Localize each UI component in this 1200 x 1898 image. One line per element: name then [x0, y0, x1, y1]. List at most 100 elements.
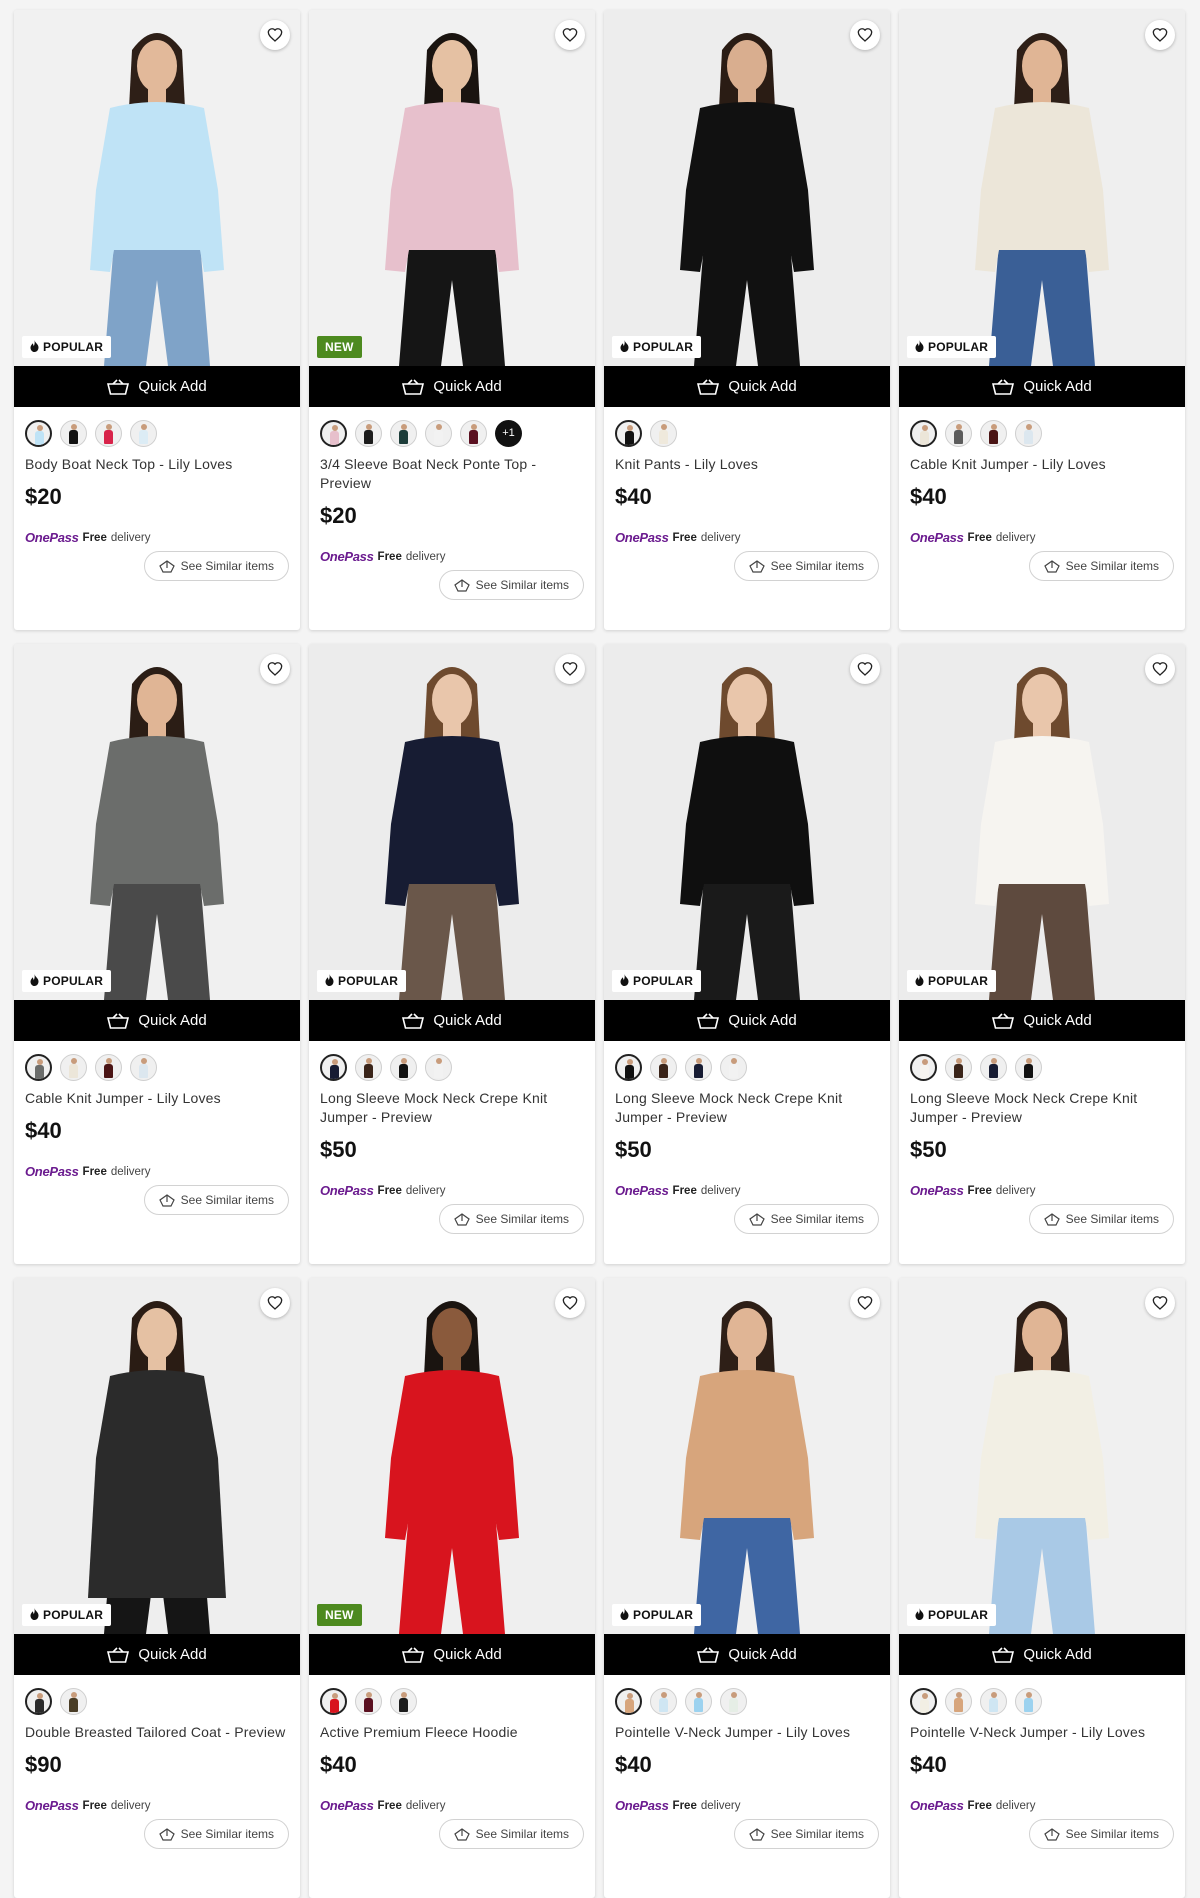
color-swatch[interactable]: [60, 419, 87, 447]
quick-add-button[interactable]: Quick Add: [309, 366, 595, 407]
product-title[interactable]: Body Boat Neck Top - Lily Loves: [25, 455, 289, 474]
color-swatch[interactable]: [720, 1053, 747, 1081]
wishlist-button[interactable]: [260, 654, 290, 684]
product-image[interactable]: POPULAR: [604, 10, 890, 366]
quick-add-button[interactable]: Quick Add: [309, 1000, 595, 1041]
color-swatch[interactable]: [460, 419, 487, 447]
color-swatch[interactable]: [685, 1687, 712, 1715]
product-card[interactable]: POPULAR Quick Add Cable Knit Jumper - Li…: [899, 10, 1185, 630]
quick-add-button[interactable]: Quick Add: [899, 1634, 1185, 1675]
color-swatch[interactable]: [945, 1053, 972, 1081]
quick-add-button[interactable]: Quick Add: [14, 366, 300, 407]
color-swatch[interactable]: [1015, 1687, 1042, 1715]
color-swatch[interactable]: [25, 1053, 52, 1081]
product-image[interactable]: POPULAR: [309, 644, 595, 1000]
color-swatch[interactable]: [1015, 1053, 1042, 1081]
product-image[interactable]: NEW: [309, 1278, 595, 1634]
product-card[interactable]: POPULAR Quick Add Double Breasted Tailor…: [14, 1278, 300, 1898]
color-swatch[interactable]: [615, 419, 642, 447]
see-similar-button[interactable]: See Similar items: [1028, 551, 1174, 581]
wishlist-button[interactable]: [555, 20, 585, 50]
color-swatch[interactable]: [945, 1687, 972, 1715]
color-swatch[interactable]: [980, 1687, 1007, 1715]
wishlist-button[interactable]: [1145, 654, 1175, 684]
see-similar-button[interactable]: See Similar items: [438, 1819, 584, 1849]
color-swatch[interactable]: [355, 1053, 382, 1081]
product-card[interactable]: POPULAR Quick Add Cable Knit Jumper - Li…: [14, 644, 300, 1264]
wishlist-button[interactable]: [555, 654, 585, 684]
color-swatch[interactable]: [945, 419, 972, 447]
product-title[interactable]: Long Sleeve Mock Neck Crepe Knit Jumper …: [320, 1089, 584, 1127]
color-swatch[interactable]: [60, 1687, 87, 1715]
wishlist-button[interactable]: [260, 1288, 290, 1318]
product-card[interactable]: POPULAR Quick Add Knit Pants - Lily Love…: [604, 10, 890, 630]
color-swatch[interactable]: [60, 1053, 87, 1081]
wishlist-button[interactable]: [850, 654, 880, 684]
product-card[interactable]: NEW Quick Add Active Premium Fleece Hood…: [309, 1278, 595, 1898]
color-swatch[interactable]: [390, 1687, 417, 1715]
product-card[interactable]: POPULAR Quick Add Long Sleeve Mock Neck …: [604, 644, 890, 1264]
quick-add-button[interactable]: Quick Add: [14, 1000, 300, 1041]
color-swatch[interactable]: [650, 419, 677, 447]
product-image[interactable]: NEW: [309, 10, 595, 366]
color-swatch[interactable]: [25, 1687, 52, 1715]
product-image[interactable]: POPULAR: [14, 10, 300, 366]
see-similar-button[interactable]: See Similar items: [143, 1819, 289, 1849]
color-swatch[interactable]: [130, 1053, 157, 1081]
product-image[interactable]: POPULAR: [14, 644, 300, 1000]
product-title[interactable]: Long Sleeve Mock Neck Crepe Knit Jumper …: [910, 1089, 1174, 1127]
quick-add-button[interactable]: Quick Add: [604, 1000, 890, 1041]
wishlist-button[interactable]: [1145, 1288, 1175, 1318]
color-swatch[interactable]: [320, 1687, 347, 1715]
product-title[interactable]: Cable Knit Jumper - Lily Loves: [25, 1089, 289, 1108]
wishlist-button[interactable]: [260, 20, 290, 50]
color-swatch[interactable]: [390, 419, 417, 447]
product-card[interactable]: POPULAR Quick Add Long Sleeve Mock Neck …: [309, 644, 595, 1264]
more-colors-button[interactable]: +1: [495, 419, 522, 447]
see-similar-button[interactable]: See Similar items: [143, 551, 289, 581]
see-similar-button[interactable]: See Similar items: [733, 551, 879, 581]
color-swatch[interactable]: [910, 1687, 937, 1715]
color-swatch[interactable]: [615, 1687, 642, 1715]
color-swatch[interactable]: [650, 1053, 677, 1081]
quick-add-button[interactable]: Quick Add: [604, 366, 890, 407]
color-swatch[interactable]: [425, 1053, 452, 1081]
product-card[interactable]: NEW Quick Add +1 3/4 Sleeve Boat Neck Po…: [309, 10, 595, 630]
see-similar-button[interactable]: See Similar items: [733, 1819, 879, 1849]
color-swatch[interactable]: [910, 1053, 937, 1081]
product-card[interactable]: POPULAR Quick Add Pointelle V-Neck Jumpe…: [604, 1278, 890, 1898]
product-image[interactable]: POPULAR: [604, 644, 890, 1000]
wishlist-button[interactable]: [1145, 20, 1175, 50]
color-swatch[interactable]: [95, 1053, 122, 1081]
color-swatch[interactable]: [320, 1053, 347, 1081]
wishlist-button[interactable]: [850, 1288, 880, 1318]
product-image[interactable]: POPULAR: [899, 10, 1185, 366]
quick-add-button[interactable]: Quick Add: [309, 1634, 595, 1675]
product-card[interactable]: POPULAR Quick Add Body Boat Neck Top - L…: [14, 10, 300, 630]
product-title[interactable]: Double Breasted Tailored Coat - Preview: [25, 1723, 289, 1742]
quick-add-button[interactable]: Quick Add: [14, 1634, 300, 1675]
color-swatch[interactable]: [1015, 419, 1042, 447]
see-similar-button[interactable]: See Similar items: [438, 1204, 584, 1234]
color-swatch[interactable]: [355, 419, 382, 447]
product-title[interactable]: Pointelle V-Neck Jumper - Lily Loves: [615, 1723, 879, 1742]
wishlist-button[interactable]: [850, 20, 880, 50]
product-title[interactable]: 3/4 Sleeve Boat Neck Ponte Top - Preview: [320, 455, 584, 493]
see-similar-button[interactable]: See Similar items: [733, 1204, 879, 1234]
product-image[interactable]: POPULAR: [604, 1278, 890, 1634]
product-card[interactable]: POPULAR Quick Add Long Sleeve Mock Neck …: [899, 644, 1185, 1264]
product-title[interactable]: Long Sleeve Mock Neck Crepe Knit Jumper …: [615, 1089, 879, 1127]
color-swatch[interactable]: [980, 419, 1007, 447]
product-image[interactable]: POPULAR: [899, 644, 1185, 1000]
wishlist-button[interactable]: [555, 1288, 585, 1318]
quick-add-button[interactable]: Quick Add: [899, 366, 1185, 407]
color-swatch[interactable]: [425, 419, 452, 447]
product-image[interactable]: POPULAR: [899, 1278, 1185, 1634]
color-swatch[interactable]: [95, 419, 122, 447]
color-swatch[interactable]: [355, 1687, 382, 1715]
quick-add-button[interactable]: Quick Add: [899, 1000, 1185, 1041]
color-swatch[interactable]: [320, 419, 347, 447]
see-similar-button[interactable]: See Similar items: [1028, 1204, 1174, 1234]
color-swatch[interactable]: [720, 1687, 747, 1715]
color-swatch[interactable]: [685, 1053, 712, 1081]
